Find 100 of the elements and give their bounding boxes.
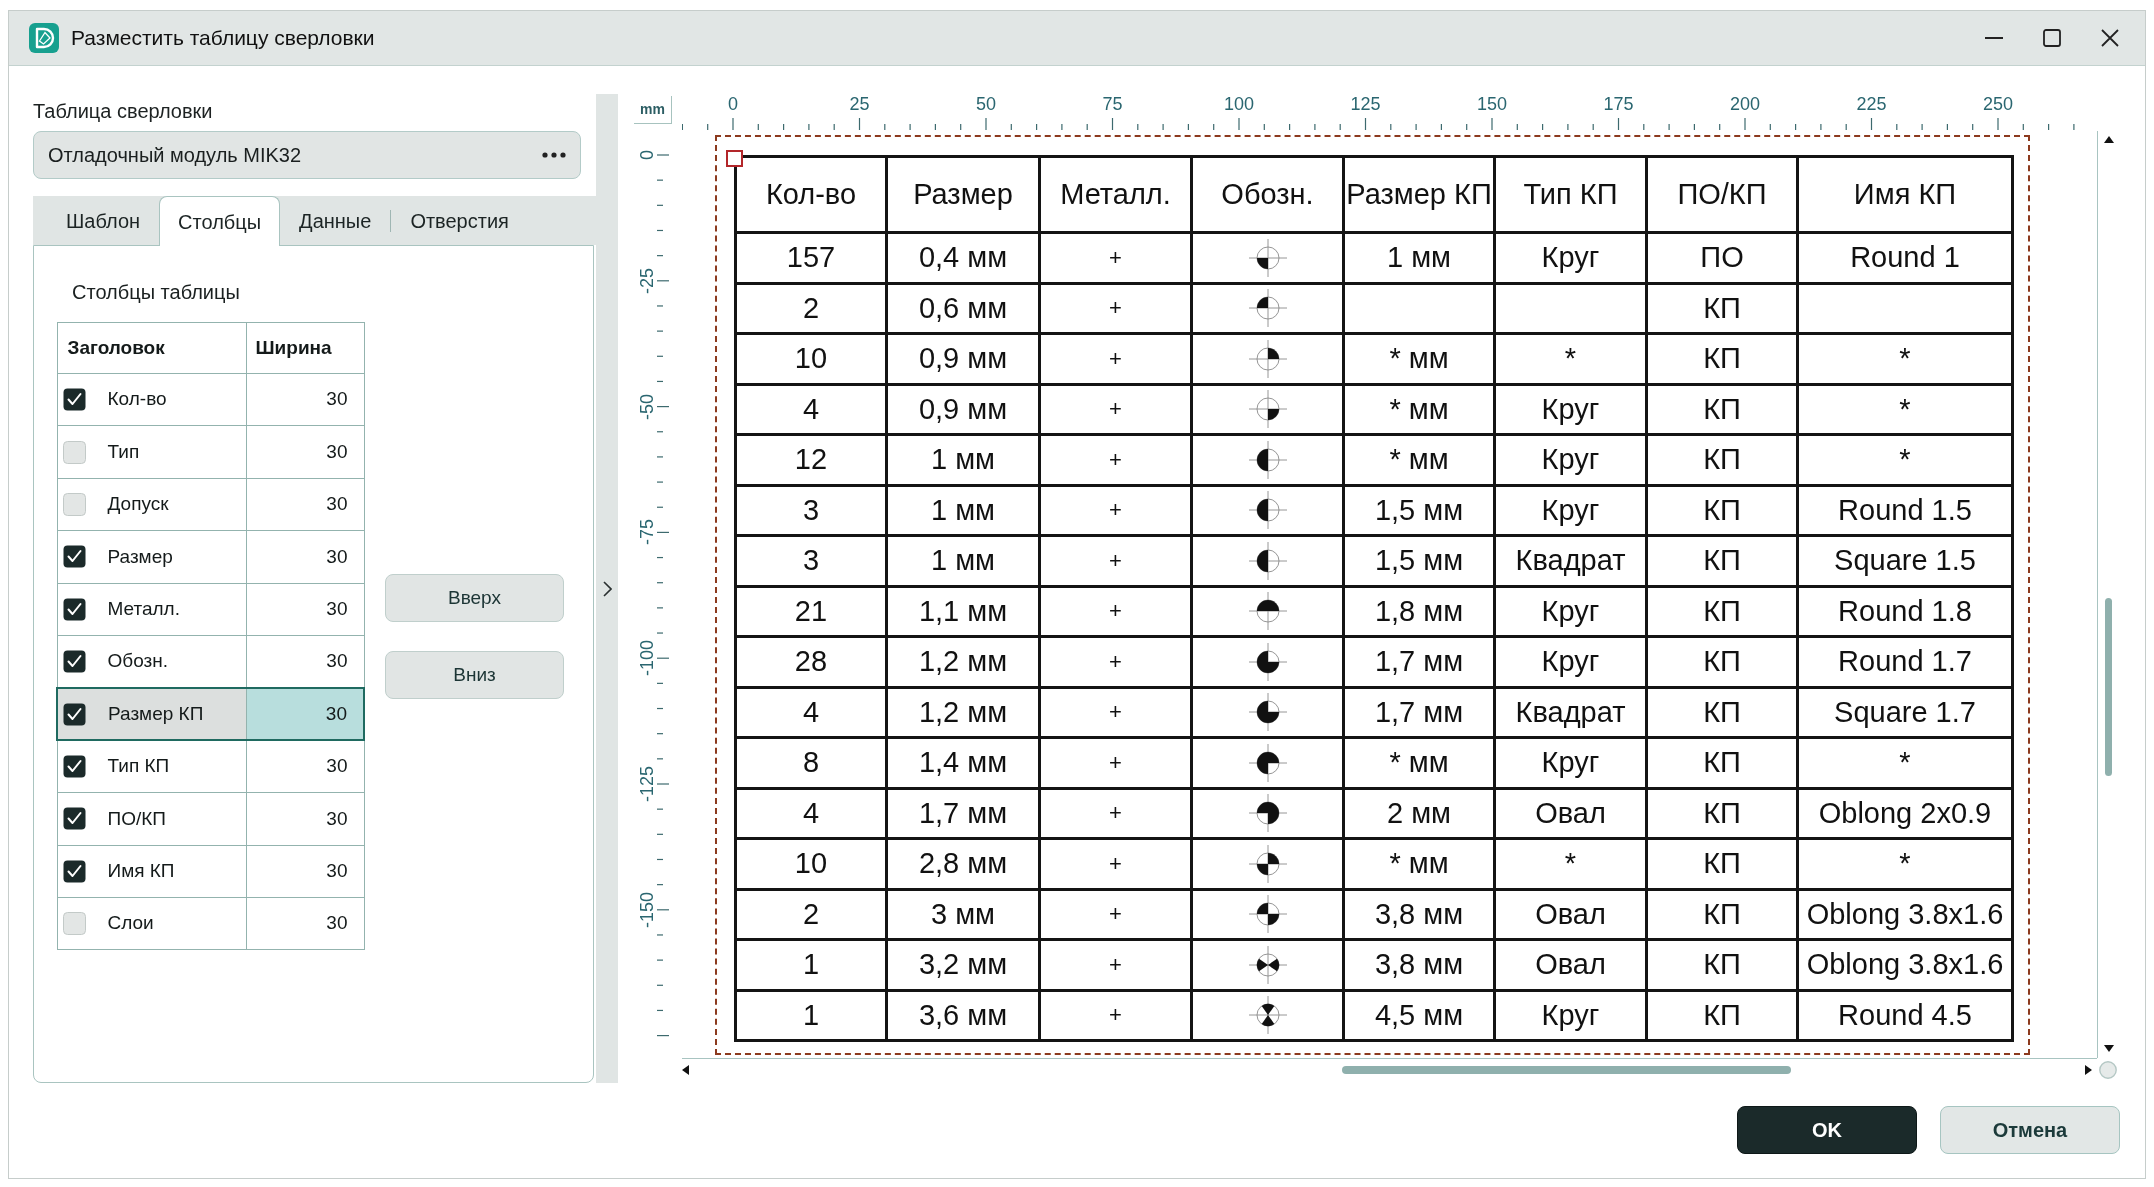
table-cell: КП [1646,636,1798,687]
arrow-right-icon[interactable] [2085,1065,2092,1075]
table-header-cell: Ширина [246,322,364,374]
table-cell: Круг [1494,434,1647,485]
table-cell[interactable]: Размер [57,530,246,584]
table-cell: 1,5 мм [1343,535,1495,586]
table-cell[interactable]: 30 [246,530,364,584]
table-cell: Round 1.5 [1797,485,2013,536]
table-cell: + [1039,232,1192,283]
table-cell[interactable]: 30 [246,792,364,845]
table-cell: 0,6 мм [886,283,1040,334]
field-label: Таблица сверловки [33,99,213,123]
table-cell: Круг [1494,990,1647,1041]
table-cell[interactable]: ПО/КП [57,792,246,845]
checkbox[interactable] [63,702,86,726]
cancel-button[interactable]: Отмена [1940,1106,2120,1154]
maximize-icon[interactable] [2043,29,2061,47]
arrow-up-icon[interactable] [2103,136,2114,143]
table-cell[interactable]: Кол-во [57,373,246,426]
more-icon[interactable] [542,152,566,158]
table-cell: Круг [1494,485,1647,536]
close-icon[interactable] [2101,29,2119,47]
checkbox[interactable] [62,649,86,673]
column-label: ПО/КП [107,806,166,831]
tab[interactable]: Отверстия [391,196,528,245]
table-cell[interactable]: 30 [246,425,364,479]
checkbox[interactable] [62,807,86,831]
ruler-label: -150 [637,891,657,928]
table-cell: КП [1646,939,1798,990]
confirm-button[interactable]: OK [1737,1106,1917,1154]
checkbox[interactable] [62,859,86,883]
table-cell: 1,7 мм [1343,636,1495,687]
table-cell[interactable]: Имя КП [57,845,246,898]
column-label: Тип КП [107,754,170,779]
table-cell: Round 1.7 [1797,636,2013,687]
tab[interactable]: Столбцы [159,196,281,246]
checkbox[interactable] [62,545,86,569]
drill-symbol-icon [1248,743,1287,782]
scrollbar-thumb[interactable] [2105,598,2112,776]
table-cell: КП [1646,788,1798,839]
arrow-left-icon[interactable] [682,1065,689,1075]
ruler-label: 250 [1983,94,2013,114]
column-label: Тип [107,439,140,464]
chevron-right-icon[interactable] [602,580,612,597]
table-cell[interactable]: 30 [246,478,364,531]
table-cell: + [1039,939,1192,990]
table-cell[interactable]: Размер КП [57,687,246,741]
drill-symbol-icon [1248,541,1287,580]
table-cell: 2,8 мм [886,838,1040,889]
table-cell: 2 [735,283,887,334]
table-cell: 0,4 мм [886,232,1040,283]
table-cell: 3 мм [886,889,1040,940]
table-cell: КП [1646,283,1798,334]
ruler-label: 25 [849,94,870,114]
move-down-button[interactable]: Вниз [385,651,564,699]
ruler-label: -125 [637,766,657,802]
column-label: Имя КП [107,858,175,883]
table-cell: 1 мм [886,485,1040,536]
column-label: Слои [107,911,154,936]
drill-table-field[interactable]: Отладочный модуль MIK32 [33,131,581,179]
table-cell: + [1039,586,1192,637]
drill-symbol-icon [1248,844,1287,883]
move-up-button[interactable]: Вверх [385,574,564,622]
table-cell: 1,2 мм [886,636,1040,687]
table-cell: Овал [1494,788,1647,839]
column-label: Размер [107,544,173,569]
checkbox[interactable] [62,492,86,516]
table-cell[interactable]: 30 [246,373,364,426]
table-cell[interactable]: Тип [57,425,246,479]
tab[interactable]: Шаблон [47,196,160,245]
arrow-down-icon[interactable] [2103,1045,2114,1052]
drill-symbol-icon [1248,693,1287,732]
table-cell: + [1039,838,1192,889]
table-cell: КП [1646,485,1798,536]
tab[interactable]: Данные [280,196,391,245]
table-cell: + [1039,535,1192,586]
table-cell: 1,4 мм [886,737,1040,788]
table-cell[interactable]: Слои [57,897,246,950]
table-cell: 1 мм [886,535,1040,586]
table-cell[interactable]: Тип КП [57,740,246,793]
table-cell[interactable]: Допуск [57,478,246,531]
table-cell: Овал [1494,889,1647,940]
checkbox[interactable] [62,755,86,779]
checkbox[interactable] [62,912,86,936]
table-cell[interactable]: 30 [246,845,364,898]
table-cell[interactable]: 30 [246,740,364,793]
drill-symbol-icon [1248,238,1287,277]
table-cell[interactable]: 30 [246,583,364,636]
table-cell[interactable]: 30 [246,897,364,950]
column-label: Размер КП [108,701,204,726]
table-cell: * [1797,434,2013,485]
section-title: Столбцы таблицы [72,280,240,304]
scrollbar-thumb[interactable] [1342,1066,1791,1074]
checkbox[interactable] [62,597,86,621]
table-cell[interactable]: Металл. [57,583,246,636]
table-cell[interactable]: 30 [246,687,364,741]
checkbox[interactable] [62,440,86,464]
checkbox[interactable] [62,388,86,412]
table-cell: 1,1 мм [886,586,1040,637]
table-cell: 4 [735,384,887,435]
